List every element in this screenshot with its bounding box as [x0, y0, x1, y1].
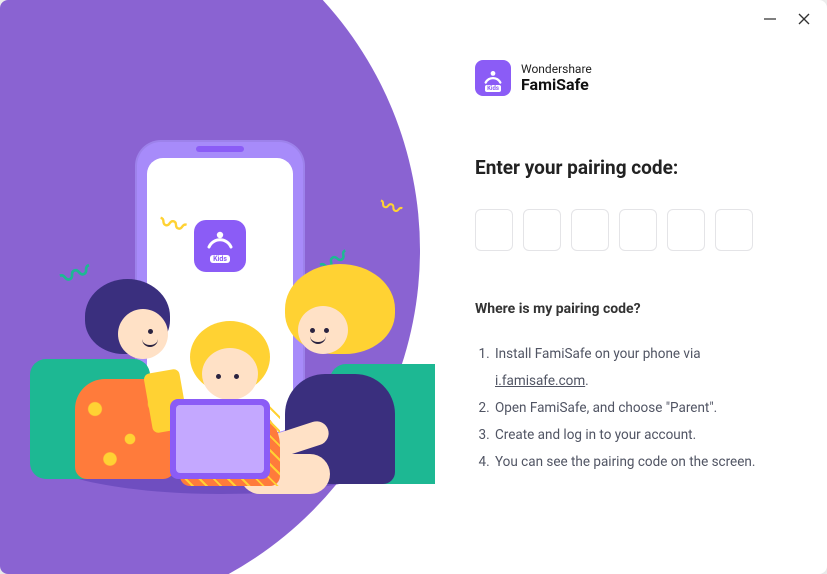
brand-badge: Kids: [485, 85, 501, 92]
famisafe-link[interactable]: i.famisafe.com: [495, 373, 585, 389]
pairing-code-inputs: [475, 209, 787, 251]
pairing-code-digit-3[interactable]: [571, 209, 609, 251]
instruction-step-3: Create and log in to your account.: [493, 422, 787, 449]
person-left: [30, 279, 190, 479]
illustration-panel: Kids 〰 〰 〰 〰: [0, 0, 435, 574]
close-icon: [797, 12, 811, 26]
close-button[interactable]: [795, 10, 813, 28]
tablet-illustration: [170, 399, 270, 479]
help-heading: Where is my pairing code?: [475, 301, 787, 317]
instructions-list: Install FamiSafe on your phone via i.fam…: [475, 341, 787, 476]
page-title: Enter your pairing code:: [475, 156, 787, 179]
pairing-code-digit-4[interactable]: [619, 209, 657, 251]
famisafe-app-icon: Kids: [194, 220, 246, 272]
app-window: Kids 〰 〰 〰 〰: [0, 0, 827, 574]
pairing-code-digit-5[interactable]: [667, 209, 705, 251]
instruction-step-1: Install FamiSafe on your phone via i.fam…: [493, 341, 787, 395]
window-controls: [761, 10, 813, 28]
brand-logo-icon: Kids: [475, 60, 511, 96]
brand-line1: Wondershare: [521, 63, 592, 76]
app-icon-badge: Kids: [210, 255, 230, 263]
pairing-code-digit-6[interactable]: [715, 209, 753, 251]
person-right: [280, 274, 435, 484]
pairing-code-digit-2[interactable]: [523, 209, 561, 251]
pairing-code-digit-1[interactable]: [475, 209, 513, 251]
instruction-step-4: You can see the pairing code on the scre…: [493, 449, 787, 476]
minimize-button[interactable]: [761, 10, 779, 28]
brand: Kids Wondershare FamiSafe: [475, 60, 787, 96]
brand-line2: FamiSafe: [521, 76, 592, 94]
instruction-step-2: Open FamiSafe, and choose "Parent".: [493, 395, 787, 422]
content-panel: Kids Wondershare FamiSafe Enter your pai…: [435, 0, 827, 574]
minimize-icon: [763, 12, 777, 26]
